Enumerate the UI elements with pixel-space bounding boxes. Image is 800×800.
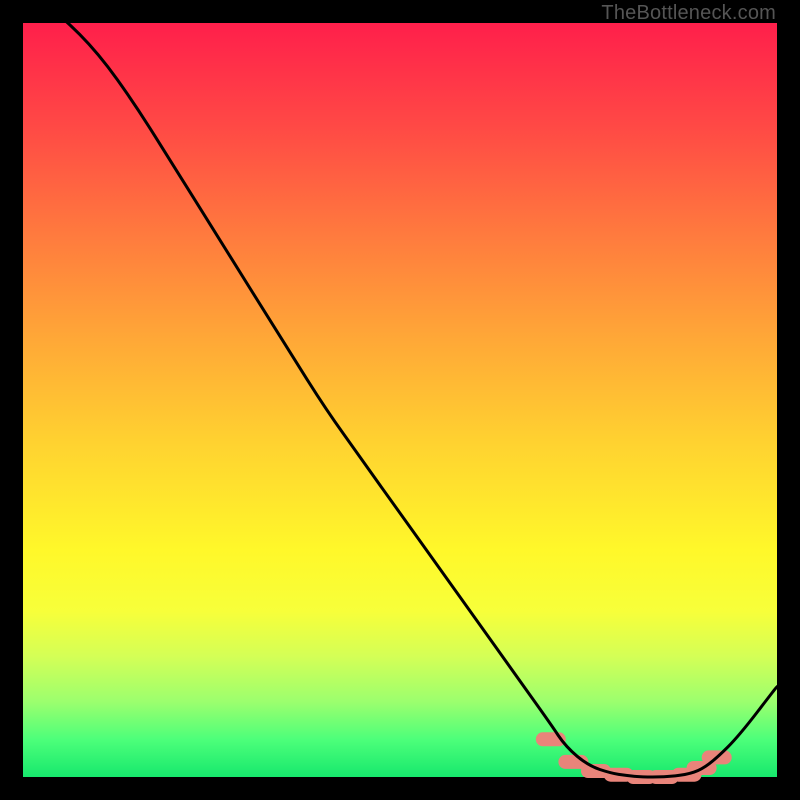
bottleneck-curve (23, 0, 777, 777)
watermark-text: TheBottleneck.com (601, 2, 776, 25)
chart-plot-area (23, 23, 777, 777)
chart-frame: TheBottleneck.com (0, 0, 800, 800)
chart-svg (23, 23, 777, 777)
